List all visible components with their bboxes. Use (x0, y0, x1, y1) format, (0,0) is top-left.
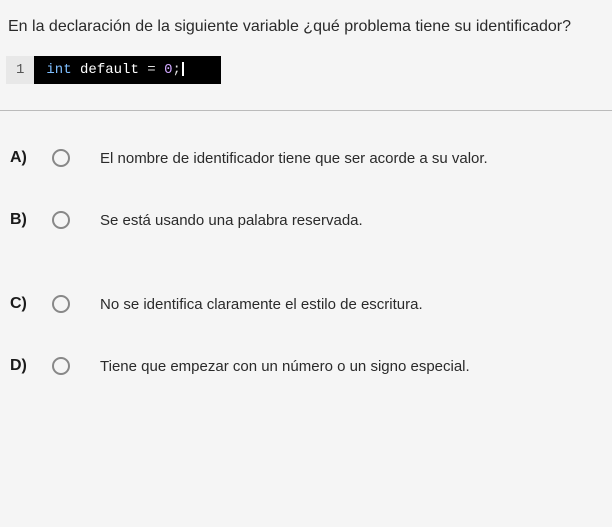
option-text: No se identifica claramente el estilo de… (100, 296, 423, 313)
code-line-number: 1 (6, 56, 34, 84)
code-content: int default = 0; (34, 56, 221, 84)
radio-icon[interactable] (52, 295, 70, 313)
code-block: 1 int default = 0; (6, 56, 221, 84)
option-c[interactable]: C) No se identifica claramente el estilo… (0, 273, 612, 335)
option-letter: A) (10, 149, 36, 167)
option-text: El nombre de identificador tiene que ser… (100, 150, 488, 167)
code-token-default: default (80, 62, 139, 78)
cursor-icon (182, 62, 184, 76)
radio-icon[interactable] (52, 149, 70, 167)
option-letter: B) (10, 211, 36, 229)
option-letter: C) (10, 295, 36, 313)
radio-icon[interactable] (52, 211, 70, 229)
option-b[interactable]: B) Se está usando una palabra reservada. (0, 189, 612, 251)
code-token-int: int (46, 62, 71, 78)
radio-icon[interactable] (52, 357, 70, 375)
option-text: Se está usando una palabra reservada. (100, 212, 363, 229)
divider (0, 110, 612, 111)
options-list: A) El nombre de identificador tiene que … (0, 127, 612, 397)
option-letter: D) (10, 357, 36, 375)
option-text: Tiene que empezar con un número o un sig… (100, 358, 470, 375)
code-token-eq: = (147, 62, 155, 78)
option-a[interactable]: A) El nombre de identificador tiene que … (0, 127, 612, 189)
question-text: En la declaración de la siguiente variab… (0, 0, 612, 50)
code-token-semi: ; (172, 62, 180, 78)
option-d[interactable]: D) Tiene que empezar con un número o un … (0, 335, 612, 397)
